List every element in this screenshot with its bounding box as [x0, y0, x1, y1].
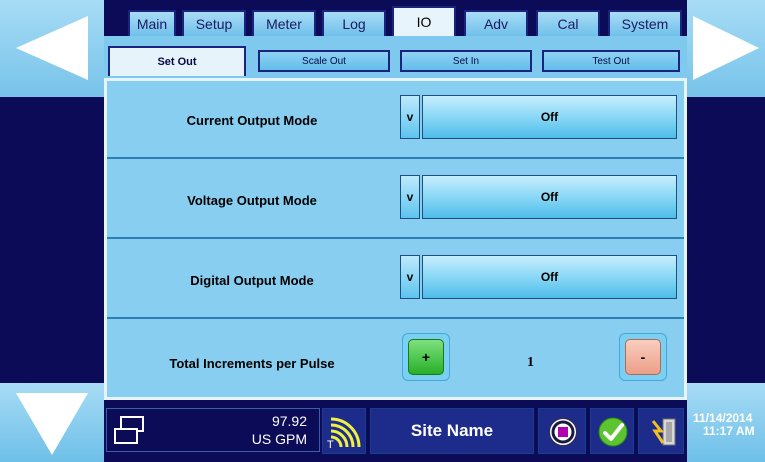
setting-row-voltage-output: Voltage Output Mode v Off: [107, 161, 684, 239]
power-icon: [651, 418, 676, 446]
tab-meter[interactable]: Meter: [252, 10, 316, 36]
status-ok-button[interactable]: [590, 408, 634, 454]
right-side-panel: [687, 97, 765, 383]
date-text: 11/14/2014: [693, 411, 753, 425]
minus-face: -: [625, 339, 661, 375]
left-arrow-icon: [16, 16, 88, 80]
site-name: Site Name: [410, 421, 494, 440]
check-icon: [598, 417, 628, 447]
increments-label: Total Increments per Pulse: [169, 356, 335, 371]
tab-io[interactable]: IO: [392, 6, 456, 36]
status-bar: 97.92 US GPM T Site Name: [104, 400, 687, 462]
nav-down-button[interactable]: [0, 383, 104, 462]
digital-output-dropdown[interactable]: Off: [422, 255, 677, 299]
time-text: 11:17 AM: [703, 424, 755, 438]
signal-label: T: [327, 439, 334, 451]
tab-main[interactable]: Main: [128, 10, 176, 36]
subtab-set-out[interactable]: Set Out: [108, 46, 246, 76]
sub-tab-bar: Set Out Scale Out Set In Test Out: [104, 36, 687, 80]
current-output-dropdown-toggle[interactable]: v: [400, 95, 420, 139]
increment-minus-button[interactable]: -: [619, 333, 667, 381]
down-arrow-icon: [16, 393, 88, 455]
increment-plus-button[interactable]: +: [402, 333, 450, 381]
setting-row-digital-output: Digital Output Mode v Off: [107, 241, 684, 319]
nav-right-button[interactable]: [687, 0, 765, 97]
signal-button[interactable]: T: [322, 408, 366, 454]
stop-icon: [548, 417, 578, 447]
windows-icon: [111, 413, 147, 449]
setting-row-current-output: Current Output Mode v Off: [107, 81, 684, 159]
tab-cal[interactable]: Cal: [536, 10, 600, 36]
tab-setup[interactable]: Setup: [182, 10, 246, 36]
plus-face: +: [408, 339, 444, 375]
left-side-panel: [0, 97, 104, 383]
stop-button[interactable]: [538, 408, 586, 454]
flow-readout[interactable]: 97.92 US GPM: [106, 408, 320, 452]
digital-output-dropdown-toggle[interactable]: v: [400, 255, 420, 299]
subtab-scale-out[interactable]: Scale Out: [258, 50, 390, 72]
subtab-set-in[interactable]: Set In: [400, 50, 532, 72]
settings-list: Current Output Mode v Off Voltage Output…: [107, 81, 684, 397]
voltage-output-dropdown[interactable]: Off: [422, 175, 677, 219]
subtab-test-out[interactable]: Test Out: [542, 50, 680, 72]
digital-output-label: Digital Output Mode: [190, 273, 314, 288]
site-name-button[interactable]: Site Name: [370, 408, 534, 454]
main-tab-bar: Main Setup Meter Log IO Adv Cal System: [104, 0, 687, 36]
setting-row-increments: Total Increments per Pulse + 1 -: [107, 321, 684, 399]
voltage-output-label: Voltage Output Mode: [187, 193, 317, 208]
tab-log[interactable]: Log: [322, 10, 386, 36]
tab-system[interactable]: System: [608, 10, 682, 36]
datetime-panel: 11/14/2014 11:17 AM: [687, 383, 765, 462]
nav-left-button[interactable]: [0, 0, 104, 97]
current-output-label: Current Output Mode: [186, 113, 318, 128]
flow-value: 97.92: [271, 413, 307, 429]
voltage-output-dropdown-toggle[interactable]: v: [400, 175, 420, 219]
right-arrow-icon: [693, 16, 759, 80]
current-output-dropdown[interactable]: Off: [422, 95, 677, 139]
flow-units: US GPM: [251, 431, 307, 447]
power-button[interactable]: [638, 408, 684, 454]
settings-panel: Current Output Mode v Off Voltage Output…: [104, 78, 687, 400]
tab-adv[interactable]: Adv: [464, 10, 528, 36]
increments-value: 1: [527, 355, 534, 370]
